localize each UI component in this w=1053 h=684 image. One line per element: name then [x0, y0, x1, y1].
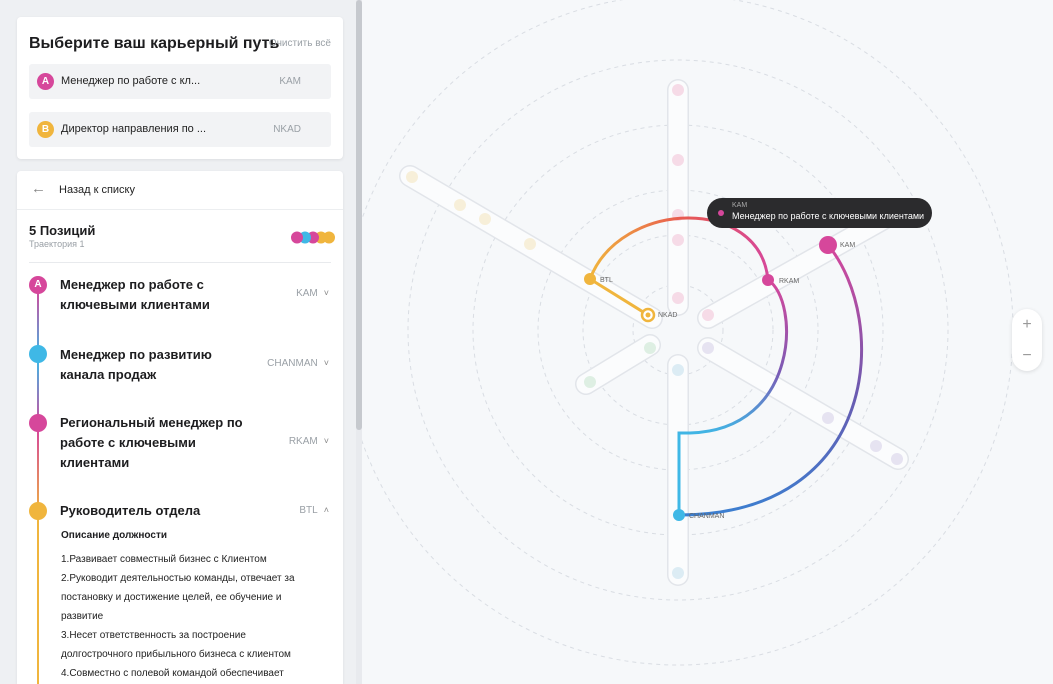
trajectory-label: Траектория 1	[29, 239, 85, 249]
badge-b: B	[37, 121, 54, 138]
node-btl	[29, 502, 47, 520]
zoom-in-button[interactable]: +	[1012, 309, 1042, 340]
path-item-code-btl: BTL ˄	[299, 505, 329, 516]
label-btl: BTL	[600, 277, 613, 284]
tooltip-code: KAM	[732, 202, 748, 209]
positions-count: 5 Позиций	[29, 223, 96, 238]
zoom-out-button[interactable]: −	[1012, 340, 1042, 371]
path-item-code-rkam: RKAM ˅	[288, 436, 329, 447]
selected-position-b[interactable]: B Директор направления по ... NKAD	[29, 112, 331, 147]
position-tooltip: KAM Менеджер по работе с ключевыми клиен…	[707, 198, 932, 228]
chevron-up-icon: ˄	[323, 505, 329, 515]
faded-position-nodes	[406, 84, 903, 579]
position-a-name: Менеджер по работе с кл...	[61, 75, 201, 87]
clear-all-button[interactable]: Очистить всё	[269, 38, 331, 49]
description-line: 2.Руководит деятельностью команды, отвеч…	[61, 573, 295, 584]
node-rkam	[29, 414, 47, 432]
selected-position-a[interactable]: A Менеджер по работе с кл... KAM	[29, 64, 331, 99]
career-tracks-inner	[400, 80, 910, 585]
path-color-dots-icon	[291, 231, 335, 244]
path-item-name: Менеджер по развитию канала продаж	[60, 347, 212, 382]
label-nkad: NKAD	[658, 312, 677, 319]
description-line: 4.Совместно с полевой командой обеспечив…	[61, 668, 284, 679]
chevron-down-icon: ˅	[323, 288, 329, 298]
node-chanman	[29, 345, 47, 363]
career-tracks	[399, 79, 911, 586]
description-line: постановку и достижение целей, ее обучен…	[61, 592, 282, 603]
tooltip-dot	[718, 210, 724, 216]
selector-title: Выберите ваш карьерный путь	[29, 35, 280, 52]
back-to-list-label: Назад к списку	[59, 184, 135, 196]
description-title: Описание должности	[61, 530, 168, 541]
back-to-list-button[interactable]: ← Назад к списку	[17, 171, 343, 210]
path-item-name: Руководитель отдела	[60, 503, 201, 518]
zoom-control: + −	[1012, 309, 1042, 371]
description-line: долгострочного прибыльного бизнеса с кли…	[61, 649, 291, 660]
description-line: развитие	[61, 611, 104, 622]
left-panel: Выберите ваш карьерный путь Очистить всё…	[0, 0, 356, 684]
chevron-down-icon: ˅	[323, 358, 329, 368]
tooltip-name: Менеджер по работе с ключевыми клиентами	[732, 211, 925, 221]
label-chanman: CHANMAN	[689, 513, 724, 520]
label-rkam: RKAM	[779, 278, 799, 285]
path-item-code-chanman: CHANMAN ˅	[267, 358, 329, 369]
label-kam: KAM	[840, 242, 855, 249]
path-item-name: Региональный менеджер по работе с ключев…	[60, 415, 243, 470]
chevron-down-icon: ˅	[323, 436, 329, 446]
node-a: A	[29, 276, 47, 294]
badge-a: A	[37, 73, 54, 90]
path-item-code-kam: KAM ˅	[296, 288, 329, 299]
path-details-card: ← Назад к списку 5 Позиций Траектория 1 …	[17, 171, 343, 684]
divider	[29, 262, 331, 263]
description-line: 3.Несет ответственность за построение	[61, 630, 246, 641]
description-line: 1.Развивает совместный бизнес с Клиентом	[61, 554, 267, 565]
position-b-code: NKAD	[273, 124, 301, 135]
position-a-code: KAM	[279, 76, 301, 87]
arrow-left-icon: ←	[31, 180, 46, 197]
path-item-name: Менеджер по работе с ключевыми клиентами	[60, 277, 210, 312]
career-map[interactable]: BTL NKAD RKAM KAM CHANMAN	[362, 0, 1053, 684]
career-path-selector: Выберите ваш карьерный путь Очистить всё…	[17, 17, 343, 159]
timeline-segment	[37, 517, 39, 684]
position-b-name: Директор направления по ...	[61, 123, 207, 135]
